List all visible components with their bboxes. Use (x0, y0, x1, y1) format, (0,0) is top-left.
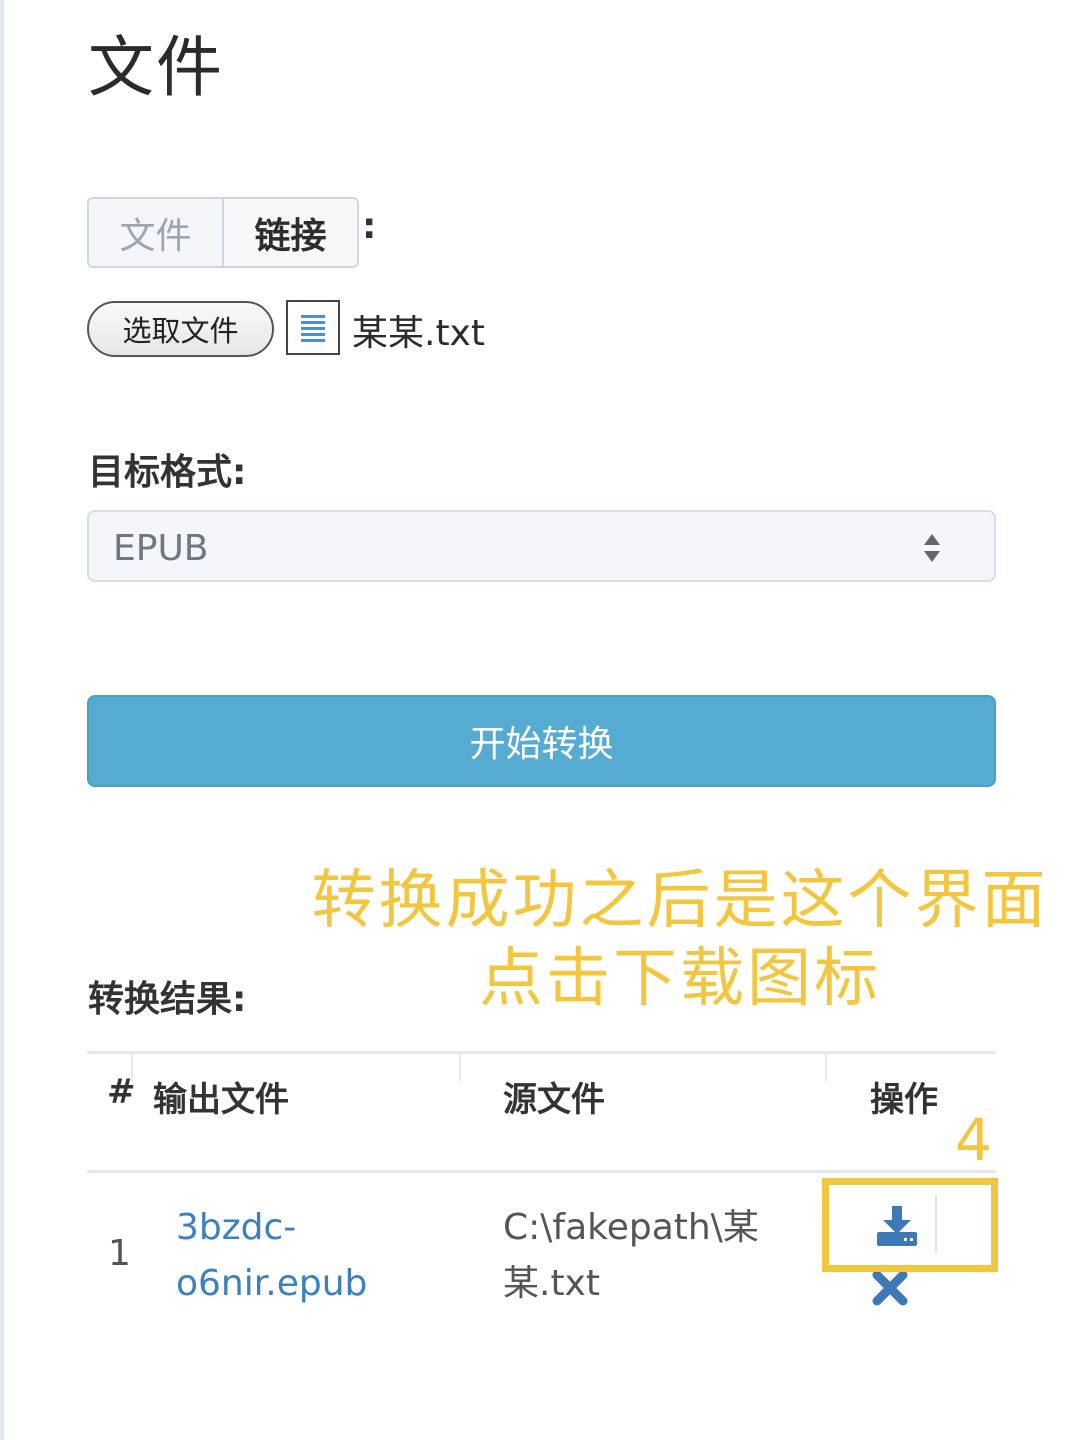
table-top-border (87, 1051, 996, 1054)
annotation-text: 转换成功之后是这个界面 点击下载图标 (300, 862, 1060, 1018)
annotation-line-1: 转换成功之后是这个界面 (311, 864, 1049, 938)
source-file-line-2: 某.txt (503, 1263, 600, 1304)
source-file-line-1: C:\fakepath\某 (503, 1207, 759, 1248)
select-caret-icon (922, 528, 942, 568)
page: 文件 文件 链接 : 选取文件 某某.txt 目标格式: EPUB 开始转换 转… (0, 0, 1080, 1440)
header-index: # (107, 1072, 136, 1112)
target-format-value: EPUB (113, 528, 209, 569)
page-title: 文件 (88, 29, 224, 106)
annotation-step-number: 4 (955, 1106, 992, 1174)
output-file-line-2: o6nir.epub (176, 1263, 368, 1304)
header-output-file: 输出文件 (153, 1080, 289, 1120)
output-file-line-1: 3bzdc- (176, 1207, 297, 1248)
results-label: 转换结果: (88, 979, 247, 1020)
source-tab-group: 文件 链接 (87, 197, 359, 268)
selected-file-name: 某某.txt (352, 313, 485, 354)
source-file-path: C:\fakepath\某 某.txt (503, 1200, 759, 1312)
choose-file-button[interactable]: 选取文件 (87, 301, 274, 357)
header-source-file: 源文件 (503, 1080, 605, 1120)
close-icon[interactable] (870, 1268, 910, 1308)
table-header-border (87, 1170, 996, 1173)
tab-file[interactable]: 文件 (89, 199, 224, 266)
document-icon (286, 300, 340, 355)
header-action: 操作 (870, 1080, 938, 1120)
output-file-link[interactable]: 3bzdc- o6nir.epub (176, 1200, 367, 1312)
annotation-line-2: 点击下载图标 (479, 942, 881, 1016)
target-format-label: 目标格式: (88, 452, 247, 493)
target-format-select[interactable]: EPUB (87, 510, 996, 582)
column-divider (459, 1051, 461, 1081)
annotation-highlight-box (822, 1178, 998, 1272)
left-border (0, 0, 4, 1440)
tab-colon: : (362, 206, 377, 247)
start-convert-button[interactable]: 开始转换 (87, 695, 996, 787)
column-divider (825, 1051, 827, 1081)
row-index: 1 (108, 1233, 131, 1274)
tab-link[interactable]: 链接 (224, 199, 357, 266)
